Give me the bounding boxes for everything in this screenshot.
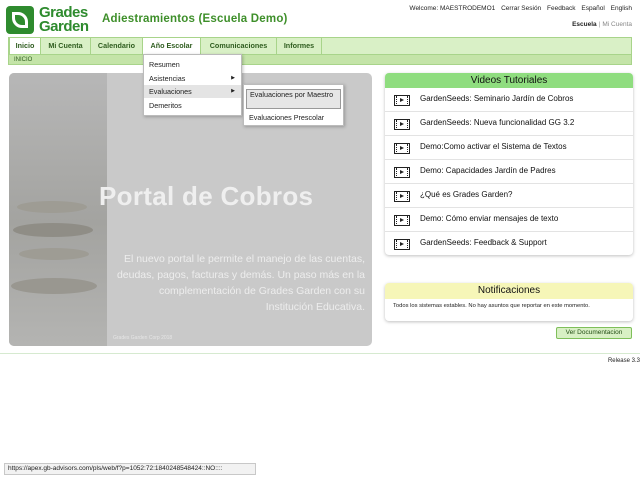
tab-informes[interactable]: Informes xyxy=(277,38,322,54)
tab-inicio[interactable]: Inicio xyxy=(9,37,41,55)
lang-en-link[interactable]: English xyxy=(611,5,632,12)
notifications-text: Todos los sistemas estables. No hay asun… xyxy=(393,303,590,309)
video-film-icon xyxy=(394,167,410,178)
video-title: GardenSeeds: Feedback & Support xyxy=(420,238,547,247)
main-nav: Inicio Mi Cuenta Calendario Año Escolar … xyxy=(8,37,632,55)
tab-calendario[interactable]: Calendario xyxy=(91,38,143,54)
release-version: Release 3.3 xyxy=(607,358,640,364)
notificaciones-panel: Notificaciones Todos los sistemas establ… xyxy=(385,283,633,321)
browser-status-url: https://apex.gb-advisors.com/pls/web/f?p… xyxy=(4,463,256,475)
video-film-icon xyxy=(394,215,410,226)
video-film-icon xyxy=(394,95,410,106)
leaf-logo-icon xyxy=(6,6,34,34)
video-film-icon xyxy=(394,143,410,154)
menu-item-label: Asistencias xyxy=(149,74,186,83)
ano-escolar-dropdown: Resumen Asistencias ▶ Evaluaciones ▶ Demer… xyxy=(143,54,242,116)
menu-item-label: Demeritos xyxy=(149,101,182,110)
evaluaciones-submenu: Evaluaciones por Maestro Evaluaciones Pr… xyxy=(243,84,344,126)
banner-title: Portal de Cobros xyxy=(99,181,314,211)
tab-mi-cuenta[interactable]: Mi Cuenta xyxy=(41,38,91,54)
feedback-link[interactable]: Feedback xyxy=(547,5,576,12)
video-title: ¿Qué es Grades Garden? xyxy=(420,190,513,199)
logo-text-garden: Garden xyxy=(39,18,89,35)
video-title: Demo:Como activar el Sistema de Textos xyxy=(420,142,567,151)
footer-divider xyxy=(0,353,640,354)
logout-link[interactable]: Cerrar Sesión xyxy=(501,5,541,12)
lang-es-link[interactable]: Español xyxy=(581,5,605,12)
menu-item-demeritos[interactable]: Demeritos xyxy=(144,99,241,112)
video-item[interactable]: GardenSeeds: Feedback & Support xyxy=(385,232,633,255)
tab-ano-escolar[interactable]: Año Escolar xyxy=(143,38,201,54)
videos-panel-title: Videos Tutoriales xyxy=(385,73,633,88)
video-film-icon xyxy=(394,191,410,202)
banner-credit: Grades Garden Corp 2018 xyxy=(113,335,173,341)
video-film-icon xyxy=(394,119,410,130)
video-title: GardenSeeds: Nueva funcionalidad GG 3.2 xyxy=(420,118,575,127)
videos-tutoriales-panel: Videos Tutoriales GardenSeeds: Seminario… xyxy=(385,73,633,255)
org-title: Adiestramientos (Escuela Demo) xyxy=(102,13,288,25)
video-title: GardenSeeds: Seminario Jardín de Cobros xyxy=(420,94,574,103)
menu-item-label: Resumen xyxy=(149,60,180,69)
video-title: Demo: Capacidades Jardín de Padres xyxy=(420,166,556,175)
banner-description: El nuevo portal le permite el manejo de … xyxy=(116,253,365,313)
video-item[interactable]: Demo: Capacidades Jardín de Padres xyxy=(385,160,633,184)
tab-comunicaciones[interactable]: Comunicaciones xyxy=(201,38,277,54)
submenu-arrow-icon: ▶ xyxy=(231,88,235,94)
top-links: Welcome: MAESTRODEMO1 Cerrar Sesión Feed… xyxy=(405,5,632,12)
video-title: Demo: Cómo enviar mensajes de texto xyxy=(420,214,559,223)
menu-item-resumen[interactable]: Resumen xyxy=(144,58,241,71)
video-item[interactable]: Demo: Cómo enviar mensajes de texto xyxy=(385,208,633,232)
ver-documentacion-button[interactable]: Ver Documentacion xyxy=(556,327,632,339)
scope-escuela-link[interactable]: Escuela xyxy=(572,21,597,28)
menu-item-evaluaciones[interactable]: Evaluaciones ▶ xyxy=(144,85,241,98)
submenu-arrow-icon: ▶ xyxy=(231,75,235,81)
scope-switch: Escuela | Mi Cuenta xyxy=(572,21,632,28)
menu-item-asistencias[interactable]: Asistencias ▶ xyxy=(144,72,241,85)
video-film-icon xyxy=(394,239,410,250)
grades-garden-logo[interactable]: Grades Garden xyxy=(6,4,94,36)
video-item[interactable]: ¿Qué es Grades Garden? xyxy=(385,184,633,208)
scope-mi-cuenta-link[interactable]: Mi Cuenta xyxy=(602,21,632,28)
submenu-item-evaluaciones-prescolar[interactable]: Evaluaciones Prescolar xyxy=(246,113,341,122)
welcome-text: Welcome: MAESTRODEMO1 xyxy=(409,5,496,12)
notifications-title: Notificaciones xyxy=(385,283,633,299)
breadcrumb: INICIO xyxy=(8,54,632,65)
coins-image xyxy=(9,73,107,346)
video-item[interactable]: Demo:Como activar el Sistema de Textos xyxy=(385,136,633,160)
menu-item-label: Evaluaciones xyxy=(149,87,192,96)
video-item[interactable]: GardenSeeds: Seminario Jardín de Cobros xyxy=(385,88,633,112)
submenu-item-evaluaciones-por-maestro[interactable]: Evaluaciones por Maestro xyxy=(246,89,341,109)
scope-separator: | xyxy=(598,21,601,28)
video-item[interactable]: GardenSeeds: Nueva funcionalidad GG 3.2 xyxy=(385,112,633,136)
